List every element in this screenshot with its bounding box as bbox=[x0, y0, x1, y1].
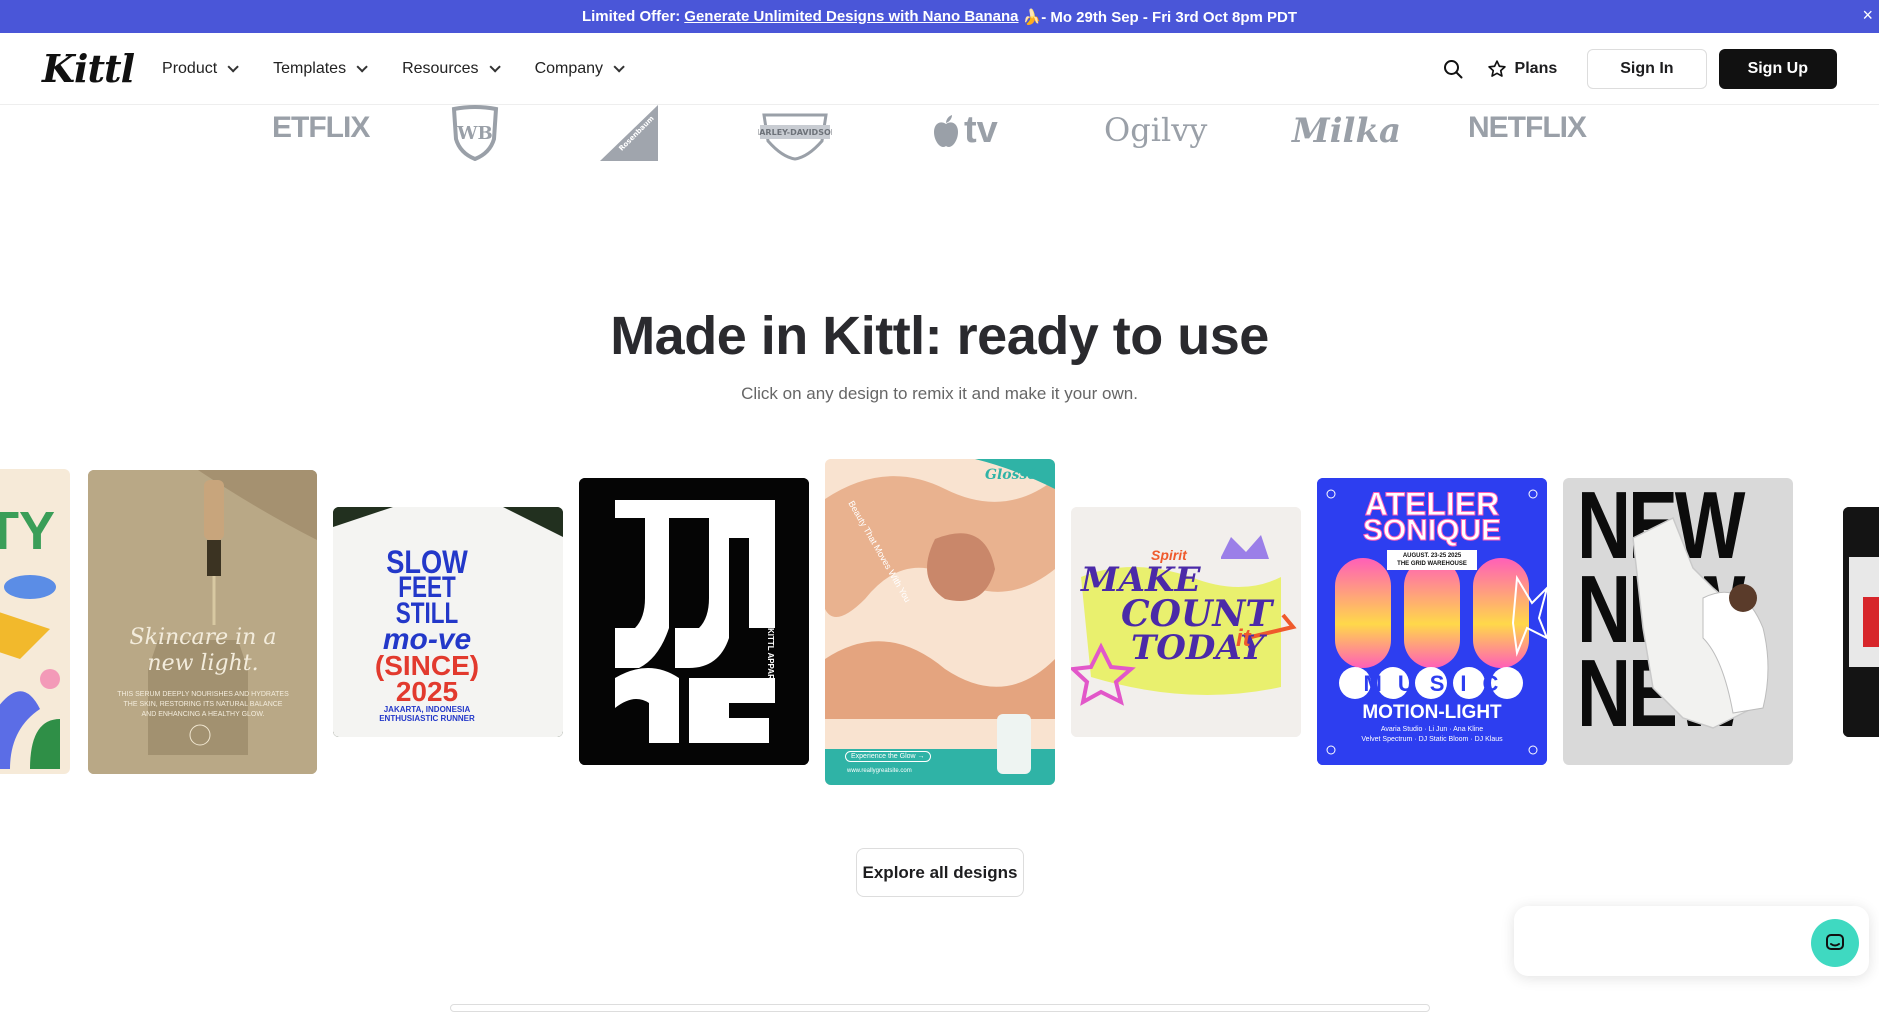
design-card-beauty[interactable]: TY bbox=[0, 469, 70, 774]
skincare-title: Skincare in a new light. bbox=[129, 625, 277, 676]
glosse-brand: Glossé bbox=[985, 467, 1037, 483]
promo-banner: Limited Offer: Generate Unlimited Design… bbox=[0, 0, 1879, 33]
just-me-side-text: KITTL APPAREL bbox=[766, 628, 775, 691]
slow-line5: 2025 bbox=[395, 676, 459, 707]
skincare-body: THIS SERUM DEEPLY NOURISHES AND HYDRATES… bbox=[117, 691, 289, 718]
ogilvy-logo: Ogilvy bbox=[1104, 111, 1208, 149]
design-card-skincare[interactable]: Skincare in a new light. THIS SERUM DEEP… bbox=[88, 470, 317, 774]
netflix-logo: ETFLIX bbox=[272, 111, 370, 144]
kittl-logo[interactable]: Kittl bbox=[42, 46, 135, 91]
chevron-down-icon bbox=[356, 60, 368, 73]
sign-up-button[interactable]: Sign Up bbox=[1718, 48, 1837, 89]
design-card-slow-feet[interactable]: SLOW FEET STILL mo-ve (SINCE) 2025 JAKAR… bbox=[333, 507, 563, 737]
sneaker-shape bbox=[1632, 516, 1769, 729]
menu-item-company[interactable]: Company bbox=[534, 59, 625, 78]
search-button[interactable] bbox=[1437, 53, 1469, 85]
apple-icon bbox=[934, 114, 958, 147]
plans-label: Plans bbox=[1514, 59, 1558, 77]
chat-launcher-button[interactable] bbox=[1811, 919, 1859, 967]
warner-bros-logo: WB bbox=[451, 105, 499, 161]
menu-item-label: Resources bbox=[402, 59, 479, 77]
main-menu: Product Templates Resources Company bbox=[162, 59, 625, 78]
design-card-atelier-sonique[interactable]: ATELIER SONIQUE AUGUST. 23-25 2025 THE G… bbox=[1317, 478, 1547, 765]
menu-item-resources[interactable]: Resources bbox=[402, 59, 501, 78]
design-card-make-it-count[interactable]: Spirit MAKE COUNT TODAY it bbox=[1071, 507, 1301, 737]
search-icon bbox=[1443, 59, 1463, 78]
slow-line6: JAKARTA, INDONESIA bbox=[383, 705, 471, 714]
promo-link[interactable]: Generate Unlimited Designs with Nano Ban… bbox=[684, 8, 1018, 25]
section-title: Made in Kittl: ready to use bbox=[610, 306, 1269, 366]
glosse-url: www.reallygreatsite.com bbox=[847, 768, 912, 774]
design-card-glosse[interactable]: Glossé Beauty That Moves With You Experi… bbox=[825, 459, 1055, 785]
milka-logo: Milka bbox=[1292, 111, 1402, 151]
menu-item-product[interactable]: Product bbox=[162, 59, 239, 78]
slow-line7: ENTHUSIASTIC RUNNER bbox=[379, 714, 475, 723]
beauty-shapes: TY bbox=[0, 501, 60, 769]
design-card-just-me[interactable]: KITTL APPAREL bbox=[579, 478, 809, 765]
star-icon bbox=[1487, 59, 1506, 77]
glosse-cta: Experience the Glow → bbox=[845, 751, 931, 762]
beauty-text: TY bbox=[0, 501, 55, 561]
close-icon[interactable]: × bbox=[1862, 5, 1873, 26]
skincare-art bbox=[88, 470, 317, 774]
menu-item-label: Templates bbox=[273, 59, 347, 77]
dark-partial-art bbox=[1843, 507, 1879, 737]
top-nav: Kittl Product Templates Resources Compan… bbox=[0, 33, 1879, 105]
atelier-artists2: Velvet Spectrum · DJ Static Bloom · DJ K… bbox=[1361, 736, 1503, 743]
chat-icon bbox=[1826, 934, 1844, 950]
slow-line2: FEET STILL bbox=[395, 571, 459, 630]
make-line2: MAKE bbox=[1081, 560, 1201, 600]
next-section-edge bbox=[450, 1004, 1430, 1012]
atelier-artists: Avaria Studio · Li Jun · Ana Kline bbox=[1380, 726, 1484, 733]
harley-davidson-logo: HARLEY-DAVIDSON bbox=[758, 113, 832, 161]
atelier-venue: THE GRID WAREHOUSE bbox=[1397, 561, 1467, 567]
slow-feet-text-block: SLOW FEET STILL mo-ve (SINCE) 2025 JAKAR… bbox=[347, 546, 507, 723]
make-it-count-text: Spirit MAKE COUNT TODAY bbox=[1081, 547, 1291, 665]
make-line4: TODAY bbox=[1131, 628, 1265, 668]
just-me-art bbox=[579, 478, 809, 765]
chevron-down-icon bbox=[489, 60, 501, 73]
promo-prefix: Limited Offer: bbox=[581, 8, 681, 25]
svg-text:WB: WB bbox=[456, 123, 492, 144]
menu-item-templates[interactable]: Templates bbox=[273, 59, 368, 78]
atelier-date-badge: AUGUST. 23-25 2025 THE GRID WAREHOUSE bbox=[1387, 550, 1477, 570]
section-subtitle: Click on any design to remix it and make… bbox=[741, 384, 1138, 403]
explore-all-designs-button[interactable]: Explore all designs bbox=[856, 848, 1024, 897]
design-card-new-sneaker[interactable]: NEW NEW NEW bbox=[1563, 478, 1793, 765]
atelier-line2: SONIQUE bbox=[1362, 514, 1502, 548]
chevron-down-icon bbox=[227, 60, 239, 73]
sign-in-button[interactable]: Sign In bbox=[1587, 48, 1707, 89]
apple-tv-label: tv bbox=[964, 109, 998, 151]
netflix-logo: NETFLIX bbox=[1468, 111, 1587, 144]
svg-text:HARLEY-DAVIDSON: HARLEY-DAVIDSON bbox=[758, 128, 832, 137]
atelier-date: AUGUST. 23-25 2025 bbox=[1402, 553, 1462, 559]
design-card-dark-partial[interactable] bbox=[1843, 507, 1879, 737]
nav-actions: Plans Sign In Sign Up bbox=[1437, 48, 1837, 89]
make-line3: COUNT bbox=[1121, 593, 1273, 635]
rosenbaum-logo: Rosenbaum bbox=[600, 105, 658, 161]
brand-logo-strip: ETFLIX WB Rosenbaum HARLEY-DAVIDSON tv O… bbox=[0, 105, 1879, 165]
atelier-motion: MOTION-LIGHT bbox=[1362, 702, 1502, 723]
chevron-down-icon bbox=[613, 60, 625, 73]
apple-tv-logo: tv bbox=[932, 109, 998, 152]
plans-link[interactable]: Plans bbox=[1487, 59, 1558, 79]
promo-suffix: 🍌- Mo 29th Sep - Fri 3rd Oct 8pm PDT bbox=[1022, 8, 1298, 26]
menu-item-label: Company bbox=[534, 59, 604, 77]
make-line5: it bbox=[1236, 625, 1251, 652]
menu-item-label: Product bbox=[162, 59, 218, 77]
atelier-music: MUSIC bbox=[1363, 671, 1515, 696]
